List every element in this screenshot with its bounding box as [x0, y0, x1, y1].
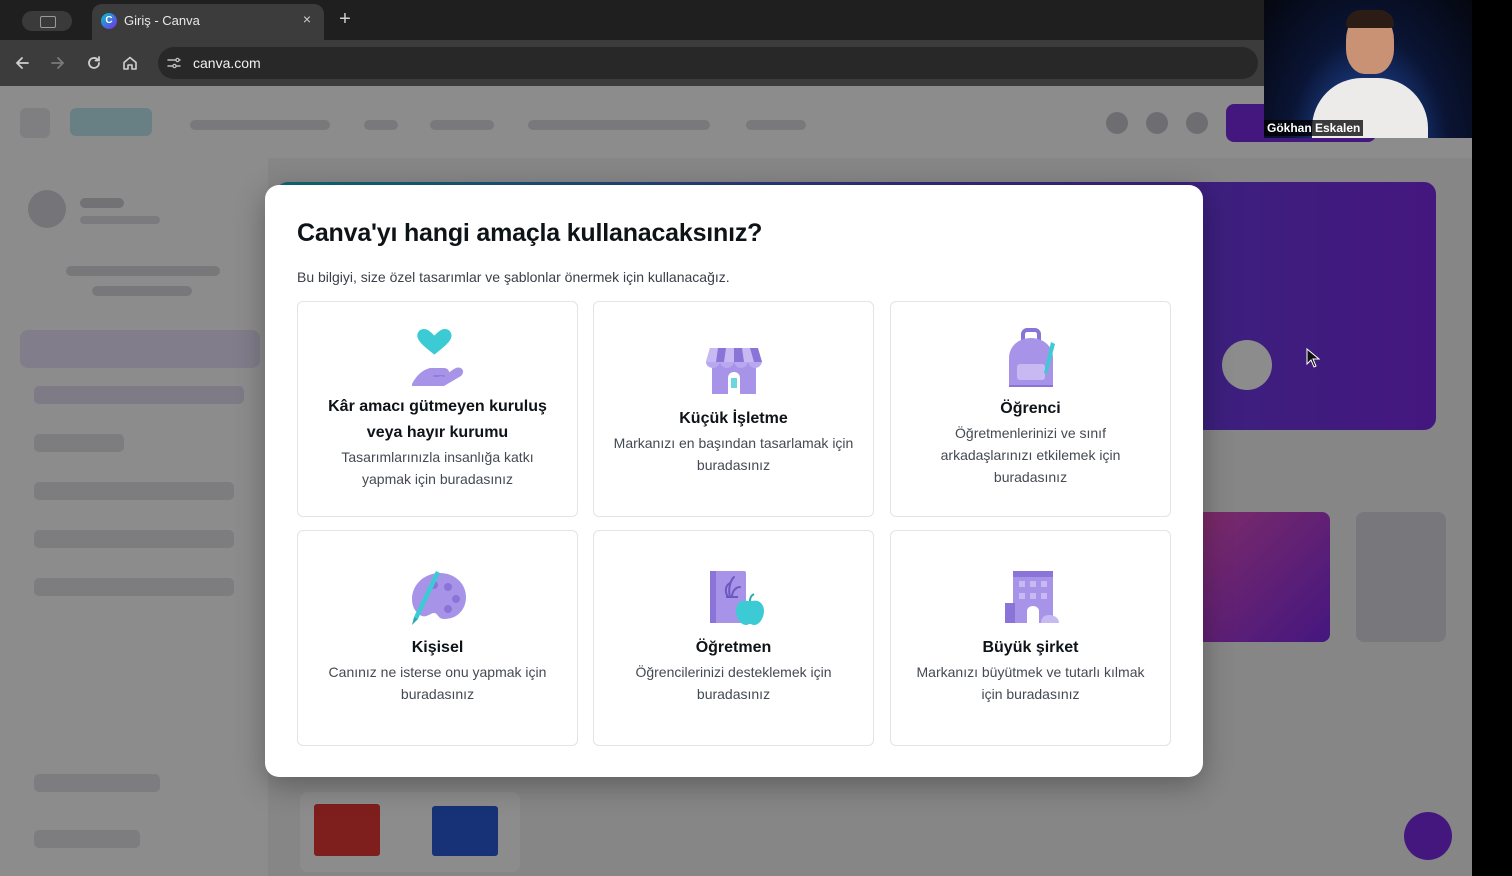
- option-card-nonprofit[interactable]: Kâr amacı gütmeyen kuruluş veya hayır ku…: [297, 301, 578, 517]
- reload-icon[interactable]: [82, 51, 106, 75]
- browser-address-bar: canva.com: [0, 40, 1472, 86]
- close-tab-icon[interactable]: ×: [298, 10, 316, 28]
- option-card-enterprise[interactable]: Büyük şirket Markanızı büyütmek ve tutar…: [890, 530, 1171, 746]
- webcam-overlay: Gökhan Eskalen: [1264, 0, 1472, 138]
- notebook-apple-icon: [702, 567, 766, 631]
- url-text: canva.com: [193, 55, 261, 71]
- option-title: Kâr amacı gütmeyen kuruluş veya hayır ku…: [328, 398, 547, 441]
- url-field[interactable]: canva.com: [158, 47, 1258, 79]
- option-description: Öğretmenlerinizi ve sınıf arkadaşlarınız…: [940, 425, 1121, 485]
- new-tab-button[interactable]: +: [334, 8, 356, 30]
- option-description: Canınız ne isterse onu yapmak için burad…: [328, 664, 547, 702]
- option-description: Markanızı en başından tasarlamak için bu…: [613, 435, 854, 473]
- screen-edge: [1472, 0, 1512, 876]
- dialog-subtitle: Bu bilgiyi, size özel tasarımlar ve şabl…: [297, 269, 730, 285]
- option-title: Öğretmen: [695, 639, 772, 656]
- option-description: Öğrencilerinizi desteklemek için buradas…: [635, 664, 832, 702]
- option-title: Büyük şirket: [982, 639, 1079, 656]
- option-title: Kişisel: [411, 639, 464, 656]
- dialog-title: Canva'yı hangi amaçla kullanacaksınız?: [297, 219, 763, 247]
- tab-overview-icon[interactable]: [22, 11, 72, 31]
- backpack-icon: [999, 328, 1063, 392]
- site-settings-icon[interactable]: [166, 55, 182, 71]
- storefront-icon: [702, 338, 766, 402]
- option-card-small-business[interactable]: Küçük İşletme Markanızı en başından tasa…: [593, 301, 874, 517]
- paint-palette-icon: [406, 567, 470, 631]
- browser-tab-canva[interactable]: C Giriş - Canva ×: [92, 4, 324, 40]
- home-icon[interactable]: [118, 51, 142, 75]
- tab-title: Giriş - Canva: [124, 13, 200, 28]
- presenter-name-label: Gökhan Eskalen: [1264, 120, 1364, 136]
- option-card-personal[interactable]: Kişisel Canınız ne isterse onu yapmak iç…: [297, 530, 578, 746]
- option-title: Öğrenci: [1000, 400, 1061, 417]
- option-description: Tasarımlarınızla insanlığa katkı yapmak …: [341, 449, 534, 487]
- forward-arrow-icon[interactable]: [46, 51, 70, 75]
- browser-tab-bar: C Giriş - Canva × +: [0, 0, 1472, 40]
- option-title: Küçük İşletme: [679, 410, 788, 427]
- office-building-icon: [999, 567, 1063, 631]
- mouse-pointer-icon: [1306, 347, 1321, 368]
- heart-hand-icon: [406, 326, 470, 390]
- canva-favicon-icon: C: [101, 13, 117, 29]
- screen: C Giriş - Canva × + canva.com Canva'yı h…: [0, 0, 1512, 876]
- purpose-selection-dialog: Canva'yı hangi amaçla kullanacaksınız? B…: [265, 185, 1203, 777]
- presenter-hair: [1346, 10, 1394, 28]
- back-arrow-icon[interactable]: [10, 51, 34, 75]
- option-description: Markanızı büyütmek ve tutarlı kılmak içi…: [916, 664, 1145, 702]
- option-card-teacher[interactable]: Öğretmen Öğrencilerinizi desteklemek içi…: [593, 530, 874, 746]
- option-card-student[interactable]: Öğrenci Öğretmenlerinizi ve sınıf arkada…: [890, 301, 1171, 517]
